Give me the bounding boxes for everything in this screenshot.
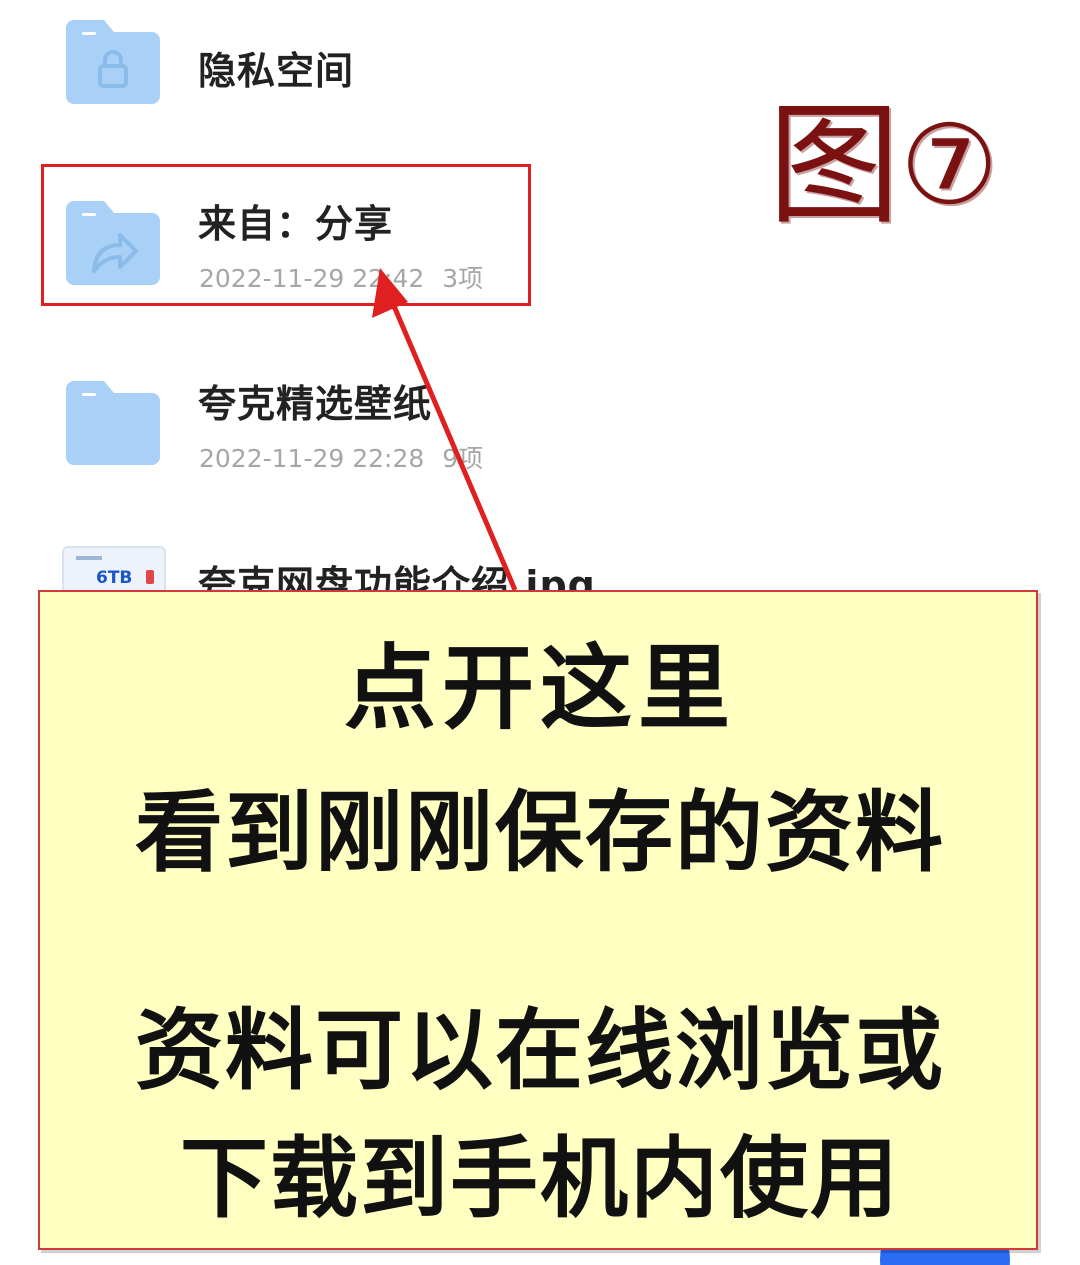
note-line: 看到刚刚保存的资料 xyxy=(134,781,945,884)
file-meta: 2022-11-29 22:28 9项 xyxy=(199,439,483,475)
lock-folder-icon xyxy=(66,14,162,104)
thumbnail-text: 6TB xyxy=(96,568,133,588)
figure-label: 图⑦ xyxy=(768,100,999,232)
file-name: 夸克精选壁纸 xyxy=(198,382,433,426)
file-date: 2022-11-29 22:28 xyxy=(199,444,425,473)
file-list-screen: 隐私空间 来自：分享 2022-11-29 22:42 3项 夸克精选壁纸 202… xyxy=(0,0,1080,1265)
instruction-note: 点开这里 看到刚刚保存的资料 资料可以在线浏览或 下载到手机内使用 xyxy=(38,590,1038,1250)
folder-icon xyxy=(66,375,162,465)
note-line: 资料可以在线浏览或 xyxy=(134,999,945,1102)
note-line: 下载到手机内使用 xyxy=(179,1127,900,1230)
file-row-wallpapers[interactable]: 夸克精选壁纸 2022-11-29 22:28 9项 xyxy=(0,345,1080,485)
file-count: 9项 xyxy=(442,444,484,473)
figure-label-text: 图 xyxy=(768,89,900,243)
file-name: 隐私空间 xyxy=(198,49,355,93)
note-line: 点开这里 xyxy=(343,635,736,742)
figure-number: ⑦ xyxy=(900,101,999,229)
highlight-box xyxy=(41,164,531,306)
